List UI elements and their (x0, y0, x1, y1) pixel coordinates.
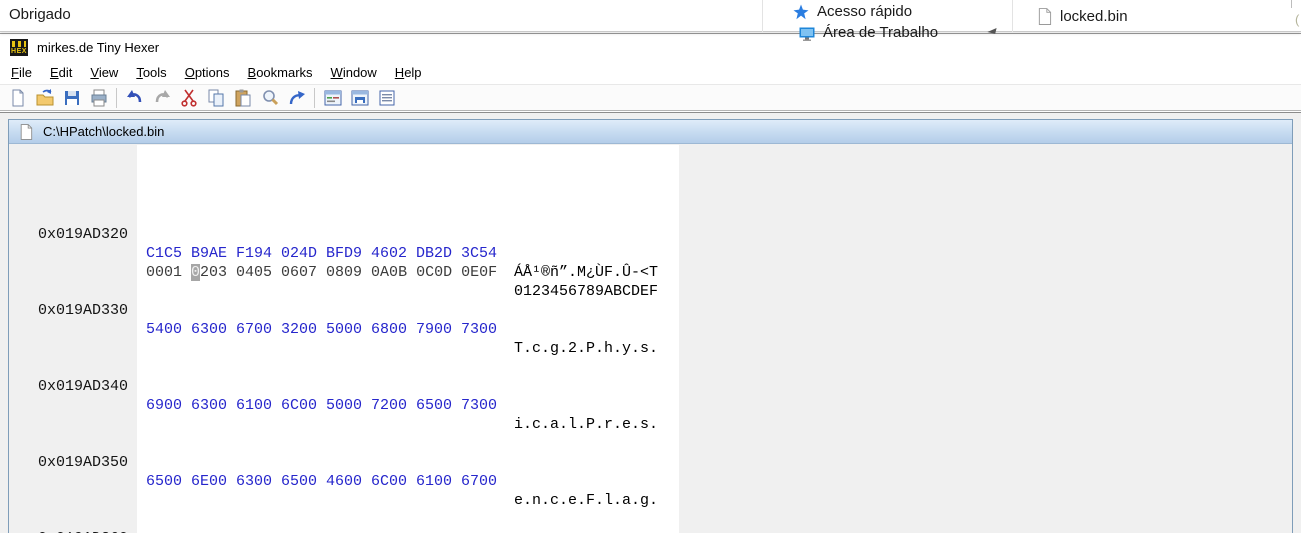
search-icon (262, 89, 278, 105)
row-ascii: i.c.a.l.P.r.e.s. (514, 415, 658, 434)
new-file-button[interactable] (4, 86, 31, 110)
ascii-segment: ÁÅ¹®ñ”.M¿ÙF.Û-<T (514, 264, 659, 281)
row-address: 0x019AD340 (38, 378, 129, 395)
undo-icon (126, 89, 141, 102)
open-file-button[interactable] (31, 86, 58, 110)
document-icon (20, 123, 33, 140)
file-icon (1038, 8, 1052, 25)
hex-byte-segment: C1C5 B9AE F194 024D BFD9 4602 DB2D 3C54 (146, 245, 498, 262)
file-item-locked-bin[interactable]: locked.bin (1037, 8, 1128, 25)
hex-window-button[interactable] (319, 86, 346, 110)
background-tab-label: Obrigado (9, 6, 71, 23)
search-button[interactable] (256, 86, 283, 110)
paste-icon (235, 89, 250, 106)
list-view-icon (379, 90, 394, 105)
row-address: 0x019AD350 (38, 454, 129, 471)
save-icon (64, 90, 79, 105)
app-icon-bars (12, 40, 26, 47)
disk-window-button[interactable] (346, 86, 373, 110)
menu-edit[interactable]: Edit (41, 62, 81, 83)
hex-byte-segment: 5400 6300 6700 3200 5000 6800 7900 7300 (146, 321, 498, 338)
row-hex-bytes: 5400 6300 6700 3200 5000 6800 7900 7300 (146, 320, 497, 339)
quick-access-star-icon (793, 4, 809, 19)
print-button[interactable] (85, 86, 112, 110)
ascii-segment: e.n.c.e.F.l.a.g. (514, 492, 659, 509)
redo-icon (155, 89, 170, 102)
desktop-icon (799, 27, 815, 41)
hex-byte-segment: 6900 6300 6100 6C00 5000 7200 6500 7300 (146, 397, 498, 414)
goto-icon (289, 90, 305, 104)
row-address: 0x019AD320 (38, 226, 129, 243)
hex-row[interactable]: 0x019AD330 5400 6300 6700 3200 5000 6800… (9, 282, 1292, 357)
list-view-button[interactable] (373, 86, 400, 110)
row-ascii: ÁÅ¹®ñ”.M¿ÙF.Û-<T (514, 263, 658, 282)
mdi-client-area: C:\HPatch\locked.bin 0001 0203 0405 0607… (0, 112, 1301, 533)
hex-window-icon (324, 90, 341, 105)
document-path: C:\HPatch\locked.bin (43, 124, 165, 139)
hex-row[interactable]: 0x019AD320 C1C5 B9AE F194 024D BFD9 4602… (9, 206, 1292, 281)
toolbar-separator (116, 87, 117, 108)
hex-row[interactable]: 0x019AD340 6900 6300 6100 6C00 5000 7200… (9, 358, 1292, 433)
disk-window-icon (351, 90, 368, 105)
hex-byte-segment: 6500 6E00 6300 6500 4600 6C00 6100 6700 (146, 473, 498, 490)
cut-icon (180, 89, 197, 107)
window-title: mirkes.de Tiny Hexer (37, 39, 160, 55)
copy-button[interactable] (202, 86, 229, 110)
hex-row[interactable]: 0x019AD360 7300 0000 E200 0000 AA55 3C00… (9, 510, 1292, 533)
file-item-label: locked.bin (1060, 8, 1128, 25)
menu-options[interactable]: Options (176, 62, 239, 83)
hex-row[interactable]: 0x019AD350 6500 6E00 6300 6500 4600 6C00… (9, 434, 1292, 509)
menu-bookmarks[interactable]: Bookmarks (239, 62, 322, 83)
hex-rows: 0x019AD320 C1C5 B9AE F194 024D BFD9 4602… (9, 168, 1292, 533)
goto-button[interactable] (283, 86, 310, 110)
row-ascii: e.n.c.e.F.l.a.g. (514, 491, 658, 510)
screen: Obrigado Acesso rápido Área de Trabalho (0, 0, 1301, 533)
row-ascii: T.c.g.2.P.h.y.s. (514, 339, 658, 358)
toolbar-separator (314, 87, 315, 108)
toolbar (0, 84, 1301, 111)
tiny-hexer-app-icon: HEX (10, 38, 28, 56)
save-button[interactable] (58, 86, 85, 110)
copy-icon (208, 89, 223, 106)
divider (762, 0, 763, 32)
ascii-segment: T.c.g.2.P.h.y.s. (514, 340, 659, 357)
hex-editor-area: 0001 0203 0405 0607 0809 0A0B 0C0D 0E0F … (9, 145, 1292, 533)
row-hex-bytes: 6500 6E00 6300 6500 4600 6C00 6100 6700 (146, 472, 497, 491)
cut-button[interactable] (175, 86, 202, 110)
sidebar-item-desktop[interactable]: Área de Trabalho (799, 24, 938, 41)
row-hex-bytes: C1C5 B9AE F194 024D BFD9 4602 DB2D 3C54 (146, 244, 497, 263)
paste-button[interactable] (229, 86, 256, 110)
background-app-strip: Obrigado Acesso rápido Área de Trabalho (0, 0, 1301, 41)
sidebar-item-quick-access[interactable]: Acesso rápido (793, 3, 912, 20)
window-titlebar[interactable]: HEX mirkes.de Tiny Hexer (0, 34, 1301, 60)
document-titlebar[interactable]: C:\HPatch\locked.bin (9, 120, 1292, 144)
menu-view[interactable]: View (81, 62, 127, 83)
desktop-label: Área de Trabalho (823, 24, 939, 41)
redo-button[interactable] (148, 86, 175, 110)
divider (1291, 0, 1292, 8)
menu-file[interactable]: File (2, 62, 41, 83)
edge-fragment: ( (1295, 12, 1300, 27)
new-file-icon (12, 89, 23, 106)
app-icon-text: HEX (11, 47, 27, 55)
menu-help[interactable]: Help (386, 62, 431, 83)
row-address: 0x019AD330 (38, 302, 129, 319)
print-icon (91, 89, 106, 106)
open-file-icon (36, 88, 53, 105)
document-window: C:\HPatch\locked.bin 0001 0203 0405 0607… (8, 119, 1293, 533)
menu-window[interactable]: Window (322, 62, 386, 83)
tiny-hexer-window: HEX mirkes.de Tiny Hexer File Edit View … (0, 33, 1301, 533)
menu-bar: File Edit View Tools Options Bookmarks W… (0, 60, 1301, 84)
row-address: 0x019AD360 (38, 529, 128, 533)
divider (1012, 0, 1013, 32)
menu-tools[interactable]: Tools (127, 62, 175, 83)
row-hex-bytes: 6900 6300 6100 6C00 5000 7200 6500 7300 (146, 396, 497, 415)
undo-button[interactable] (121, 86, 148, 110)
quick-access-label: Acesso rápido (817, 3, 913, 20)
ascii-segment: i.c.a.l.P.r.e.s. (514, 416, 659, 433)
